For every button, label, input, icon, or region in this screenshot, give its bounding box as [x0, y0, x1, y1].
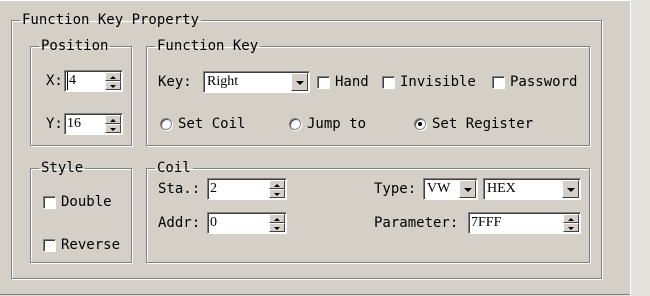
type-label: Type:: [374, 181, 417, 197]
invisible-label: Invisible: [400, 74, 476, 90]
double-checkbox[interactable]: Double: [43, 193, 112, 211]
sta-spinbox[interactable]: 2: [207, 178, 287, 200]
x-spin-down-icon[interactable]: [105, 81, 121, 90]
key-value: Right: [207, 74, 239, 89]
parameter-spinbox[interactable]: 7FFF: [468, 212, 581, 234]
y-spin-down-icon[interactable]: [105, 124, 121, 133]
jump-to-radio[interactable]: Jump to: [289, 115, 366, 133]
invisible-checkbox[interactable]: Invisible: [382, 73, 476, 91]
addr-spinbox[interactable]: 0: [207, 212, 287, 234]
x-label: X:: [46, 73, 63, 89]
x-value[interactable]: 4: [67, 72, 76, 90]
set-register-label: Set Register: [432, 116, 534, 132]
function-key-title: Function Key: [157, 38, 259, 54]
password-checkbox[interactable]: Password: [492, 73, 577, 91]
jump-to-label: Jump to: [307, 116, 367, 132]
position-title: Position: [41, 38, 109, 54]
hand-checkbox-box[interactable]: [317, 75, 330, 89]
type-dropdown-chevron-icon[interactable]: [459, 180, 476, 198]
parameter-label: Parameter:: [374, 215, 459, 231]
addr-value[interactable]: 0: [210, 214, 217, 232]
format-select[interactable]: HEX: [483, 178, 581, 200]
set-coil-radio[interactable]: Set Coil: [160, 115, 245, 133]
reverse-checkbox-box[interactable]: [43, 238, 56, 252]
coil-title: Coil: [157, 160, 191, 176]
function-key-property-title: Function Key Property: [22, 12, 200, 28]
set-coil-label: Set Coil: [178, 116, 246, 132]
reverse-checkbox[interactable]: Reverse: [43, 236, 120, 254]
x-spin-up-icon[interactable]: [105, 72, 121, 81]
window-right-strip: [630, 0, 650, 296]
type-select[interactable]: VW: [423, 178, 478, 200]
set-register-radio[interactable]: Set Register: [414, 115, 533, 133]
addr-spin-up-icon[interactable]: [269, 214, 285, 223]
addr-spin-down-icon[interactable]: [269, 223, 285, 232]
format-value: HEX: [487, 181, 516, 196]
password-label: Password: [510, 74, 578, 90]
key-select[interactable]: Right: [203, 71, 310, 93]
parameter-spin-up-icon[interactable]: [563, 214, 579, 223]
window-top-edge: [0, 0, 630, 1]
y-label: Y:: [46, 116, 63, 132]
key-label: Key:: [158, 74, 192, 90]
sta-spin-down-icon[interactable]: [269, 189, 285, 198]
y-value[interactable]: 16: [67, 115, 81, 133]
parameter-spin-down-icon[interactable]: [563, 223, 579, 232]
sta-label: Sta.:: [158, 181, 201, 197]
jump-to-radio-circle[interactable]: [289, 118, 301, 130]
type-value: VW: [427, 181, 451, 196]
y-spin-up-icon[interactable]: [105, 115, 121, 124]
key-dropdown-chevron-icon[interactable]: [291, 73, 308, 91]
double-label: Double: [61, 194, 112, 210]
hand-checkbox[interactable]: Hand: [317, 73, 369, 91]
set-register-radio-circle[interactable]: [414, 118, 426, 130]
style-title: Style: [41, 160, 84, 176]
set-coil-radio-circle[interactable]: [160, 118, 172, 130]
parameter-value[interactable]: 7FFF: [471, 214, 501, 232]
sta-value[interactable]: 2: [210, 180, 217, 198]
password-checkbox-box[interactable]: [492, 75, 505, 89]
reverse-label: Reverse: [61, 237, 121, 253]
sta-spin-up-icon[interactable]: [269, 180, 285, 189]
y-spinbox[interactable]: 16: [64, 113, 123, 135]
format-dropdown-chevron-icon[interactable]: [562, 180, 579, 198]
addr-label: Addr:: [158, 215, 201, 231]
x-spinbox[interactable]: 4: [64, 70, 123, 92]
invisible-checkbox-box[interactable]: [382, 75, 395, 89]
hand-label: Hand: [335, 74, 369, 90]
double-checkbox-box[interactable]: [43, 195, 56, 209]
